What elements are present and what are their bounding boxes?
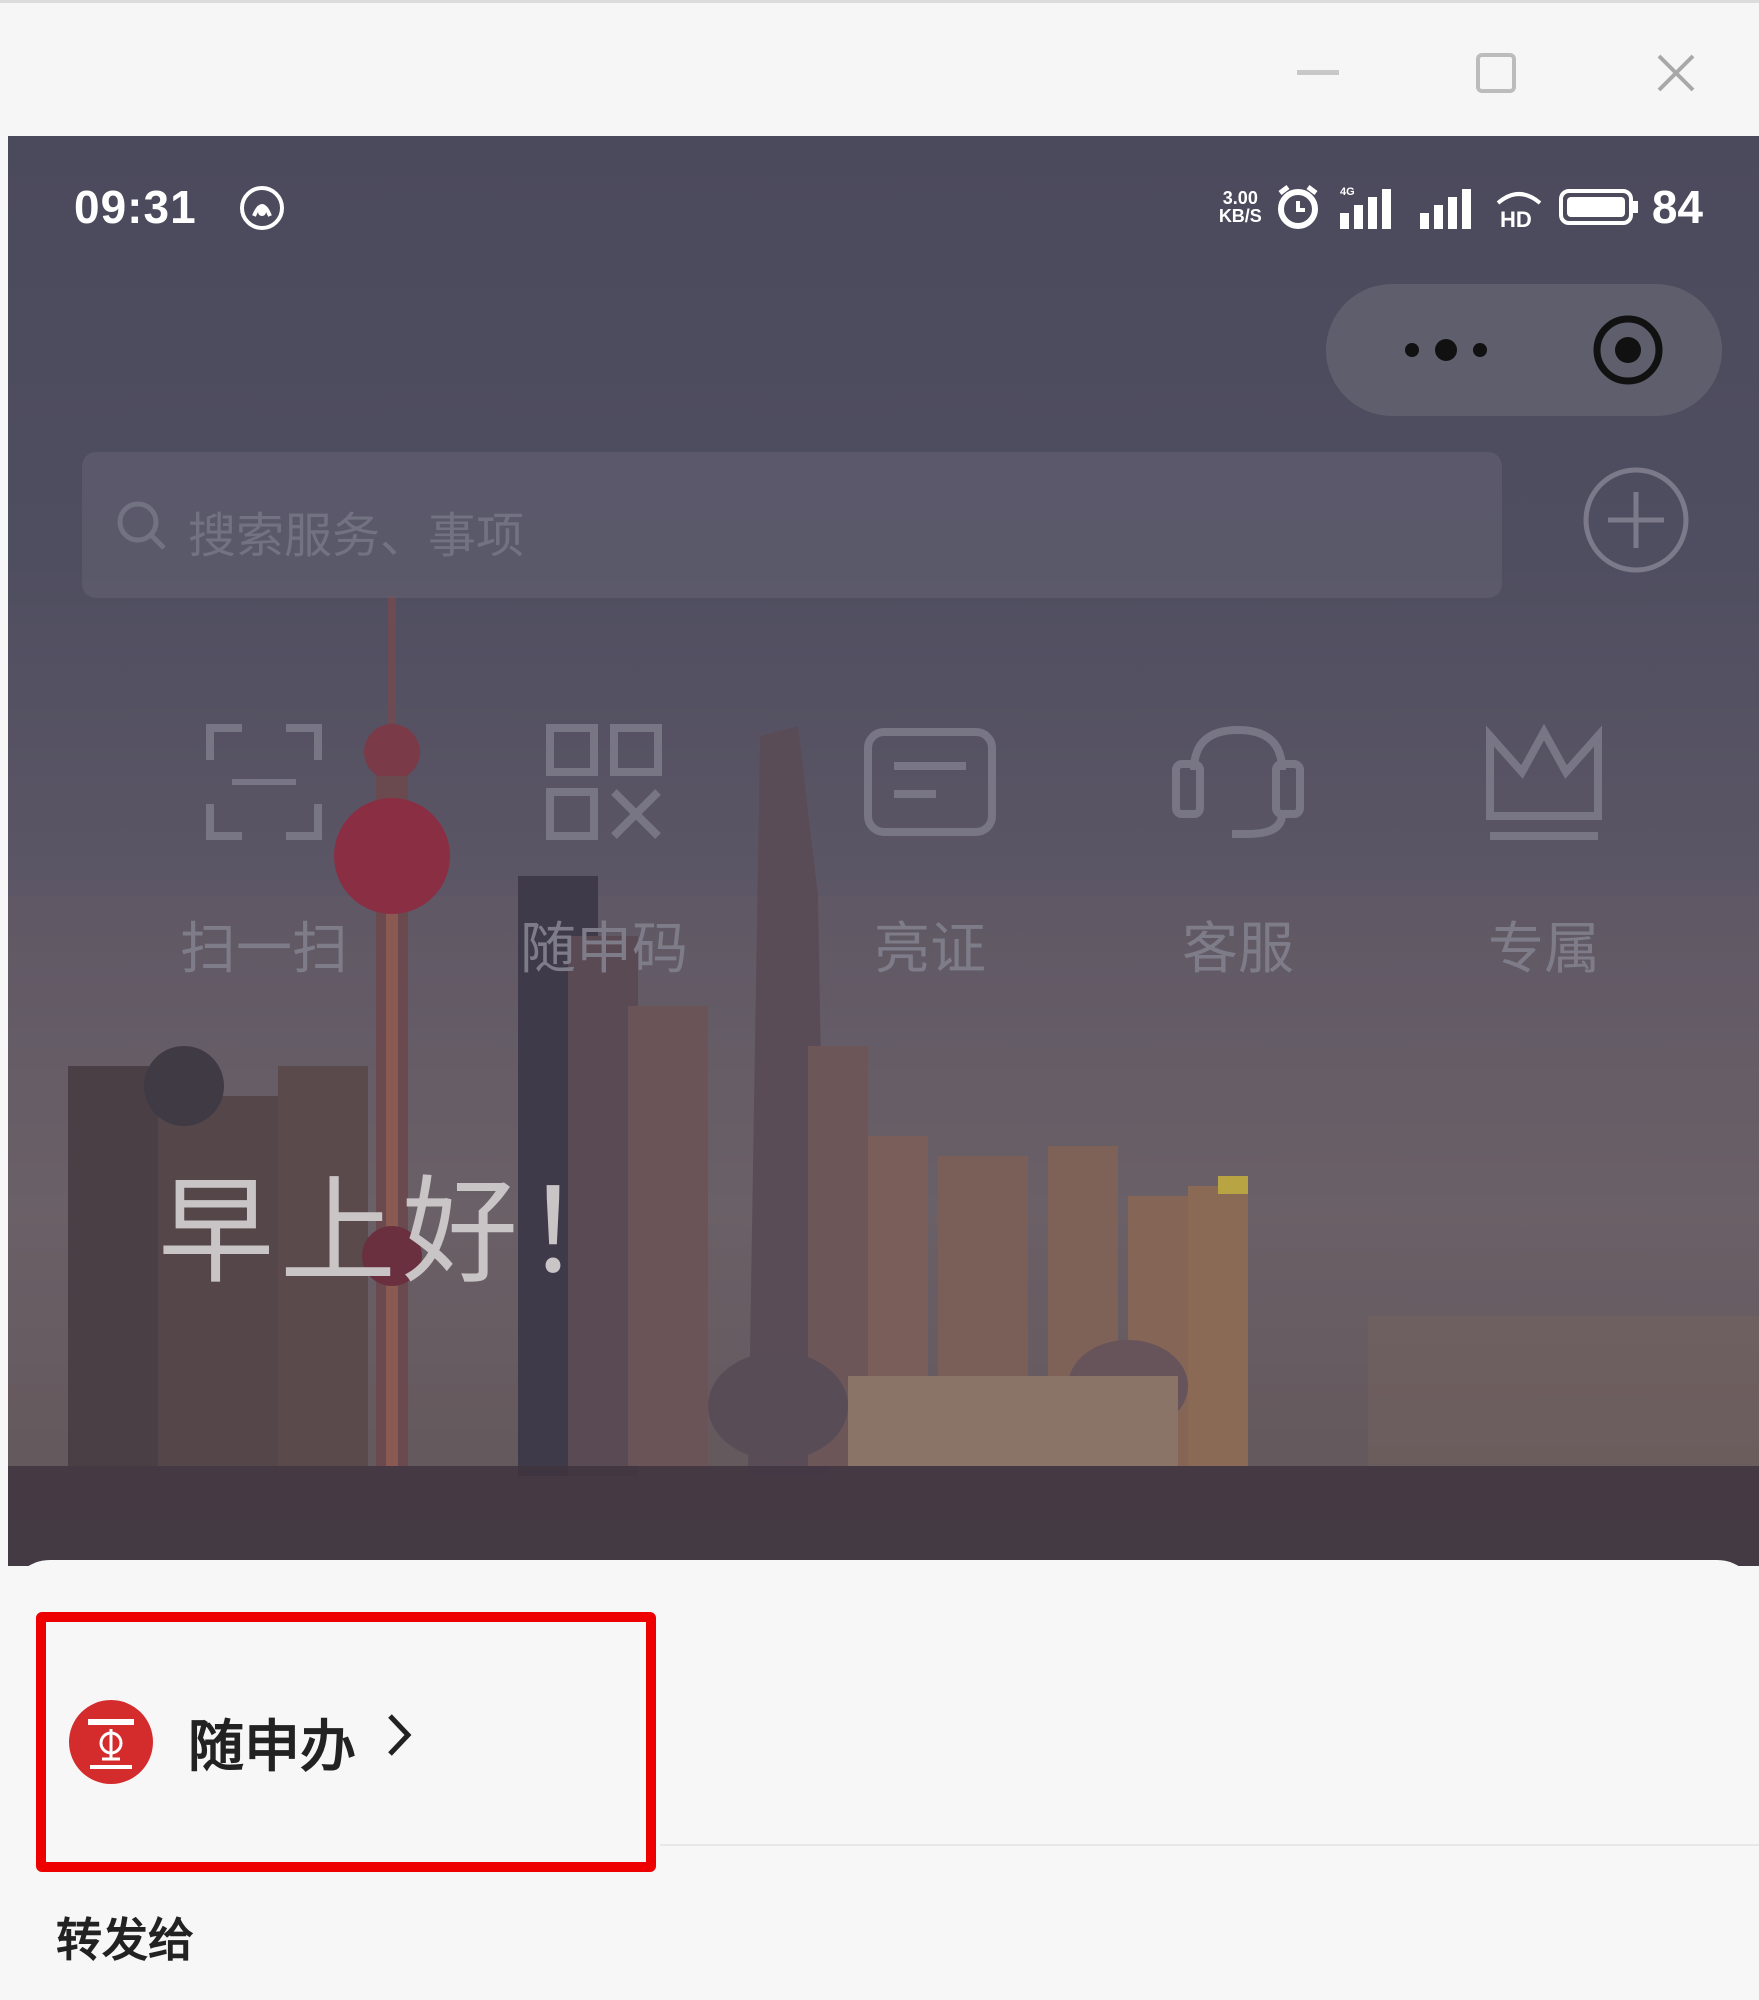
shortcut-label: 客服 — [1182, 917, 1294, 982]
hd-icon: HD — [1496, 192, 1542, 231]
close-icon — [1657, 54, 1695, 92]
ellipsis-icon[interactable] — [1376, 320, 1516, 380]
plus-circle-icon[interactable] — [1580, 464, 1692, 576]
status-bar: 09:31 3.00 KB/S 4G HD 84 — [8, 174, 1759, 244]
suishenban-logo-icon — [69, 1700, 153, 1784]
search-icon — [117, 501, 166, 550]
shortcut-service[interactable]: 客服 — [1128, 720, 1348, 982]
search-box[interactable]: 搜索服务、事项 — [82, 452, 1502, 598]
shortcut-id[interactable]: 亮证 — [820, 720, 1040, 982]
battery-icon — [1558, 189, 1638, 225]
capsule-menu — [1326, 284, 1722, 416]
shortcut-exclusive[interactable]: 专属 — [1434, 720, 1654, 982]
battery-level: 84 — [1651, 181, 1703, 233]
forward-label: 转发给 — [56, 1913, 194, 1967]
crown-icon — [1486, 723, 1602, 840]
signal-4g-icon: 4G — [1339, 186, 1391, 229]
shortcut-scan[interactable]: 扫一扫 — [154, 720, 374, 982]
svg-text:4G: 4G — [1340, 186, 1355, 198]
close-button[interactable] — [1636, 33, 1716, 113]
mini-program-entry[interactable]: 随申办 — [36, 1612, 656, 1872]
alarm-icon — [1277, 185, 1318, 229]
scan-icon — [206, 724, 322, 840]
headset-icon — [1172, 725, 1304, 838]
svg-text:HD: HD — [1500, 207, 1532, 231]
net-speed: 3.00 KB/S — [1219, 189, 1262, 225]
window-titlebar — [0, 0, 1759, 136]
status-time: 09:31 — [74, 181, 197, 233]
signal-icon — [1419, 189, 1471, 229]
shortcut-label: 亮证 — [874, 917, 986, 982]
divider — [660, 1844, 1759, 1846]
minimize-icon — [1297, 70, 1339, 75]
shortcut-label: 随申码 — [520, 917, 688, 982]
net-speed-unit: KB/S — [1218, 206, 1262, 226]
greeting-text: 早上好！ — [158, 1165, 646, 1300]
search-placeholder: 搜索服务、事项 — [188, 508, 525, 564]
maximize-icon — [1476, 53, 1516, 93]
target-icon[interactable] — [1590, 312, 1666, 388]
mini-program-name: 随申办 — [188, 1715, 356, 1780]
net-speed-value: 3.00 — [1222, 188, 1258, 208]
nfc-icon — [240, 186, 284, 230]
shortcut-label: 专属 — [1488, 917, 1600, 982]
maximize-button[interactable] — [1456, 33, 1536, 113]
mini-program-home: 09:31 3.00 KB/S 4G HD 84 搜索服务、事项 扫一扫 随申码… — [8, 136, 1759, 1566]
shortcut-qr[interactable]: 随申码 — [494, 720, 714, 982]
shortcut-label: 扫一扫 — [180, 917, 348, 982]
qr-code-icon — [546, 724, 662, 840]
chevron-right-icon — [388, 1714, 412, 1756]
id-card-icon — [864, 728, 996, 836]
minimize-button[interactable] — [1278, 33, 1358, 113]
